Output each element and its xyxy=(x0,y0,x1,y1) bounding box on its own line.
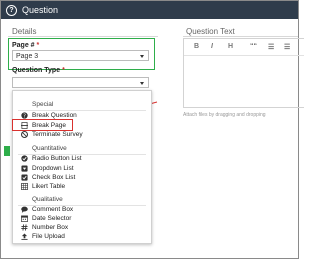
question-circle-icon: ? xyxy=(6,5,17,16)
question-type-label: Question Type * xyxy=(12,67,65,74)
option-label: Terminate Survey xyxy=(32,131,83,138)
italic-button[interactable]: I xyxy=(211,43,213,50)
question-type-dropdown: Special ? Break Question Break Page Term… xyxy=(12,90,152,244)
upload-icon xyxy=(21,233,28,240)
green-side-tab xyxy=(4,146,10,156)
bullet-list-button[interactable]: ☰ xyxy=(268,43,274,51)
radio-check-icon xyxy=(21,155,28,162)
question-type-label-text: Question Type xyxy=(12,67,61,74)
calendar-icon xyxy=(21,215,28,222)
numbered-list-button[interactable]: ☰ xyxy=(284,43,290,51)
option-label: Comment Box xyxy=(32,206,74,213)
group-quantitative: Quantitative xyxy=(32,145,67,152)
option-label: File Upload xyxy=(32,233,65,240)
hashtag-icon xyxy=(21,224,28,231)
heading-button[interactable]: H xyxy=(228,43,233,50)
question-mark-icon: ? xyxy=(21,112,28,119)
option-label: Check Box List xyxy=(32,174,76,181)
required-mark: * xyxy=(62,67,65,74)
chevron-down-icon xyxy=(140,55,144,58)
details-divider xyxy=(8,36,158,37)
quote-button[interactable]: ““ xyxy=(250,43,257,50)
dropdown-icon xyxy=(21,165,28,172)
question-header: ? Question xyxy=(1,1,298,19)
option-label: Number Box xyxy=(32,224,69,231)
group-special: Special xyxy=(32,101,54,108)
required-mark: * xyxy=(36,42,40,49)
question-text-title: Question Text xyxy=(186,27,235,36)
option-label: Date Selector xyxy=(32,215,72,222)
chevron-down-icon xyxy=(140,82,144,85)
attach-files-hint: Attach files by dragging and dropping xyxy=(183,112,266,118)
break-page-highlight xyxy=(12,119,73,131)
question-text-editor[interactable]: B I H ““ ☰ ☰ xyxy=(183,38,304,108)
page-label-text: Page # xyxy=(12,42,35,49)
page-select-value: Page 3 xyxy=(16,53,39,60)
option-label: Radio Button List xyxy=(32,155,82,162)
comment-icon xyxy=(21,206,28,213)
option-label: Dropdown List xyxy=(32,165,74,172)
option-label: Likert Table xyxy=(32,183,66,190)
page-select[interactable]: Page 3 xyxy=(12,50,149,61)
group-qualitative: Qualitative xyxy=(32,196,63,203)
checkbox-icon xyxy=(21,174,28,181)
page-label: Page # * xyxy=(12,42,39,49)
question-text-divider xyxy=(183,36,298,37)
details-title: Details xyxy=(12,27,37,36)
stop-circle-icon xyxy=(21,131,28,138)
question-type-select[interactable] xyxy=(12,77,149,88)
bold-button[interactable]: B xyxy=(194,43,199,50)
editor-toolbar: B I H ““ ☰ ☰ xyxy=(184,39,304,56)
table-icon xyxy=(21,183,28,190)
header-title: Question xyxy=(22,5,59,15)
